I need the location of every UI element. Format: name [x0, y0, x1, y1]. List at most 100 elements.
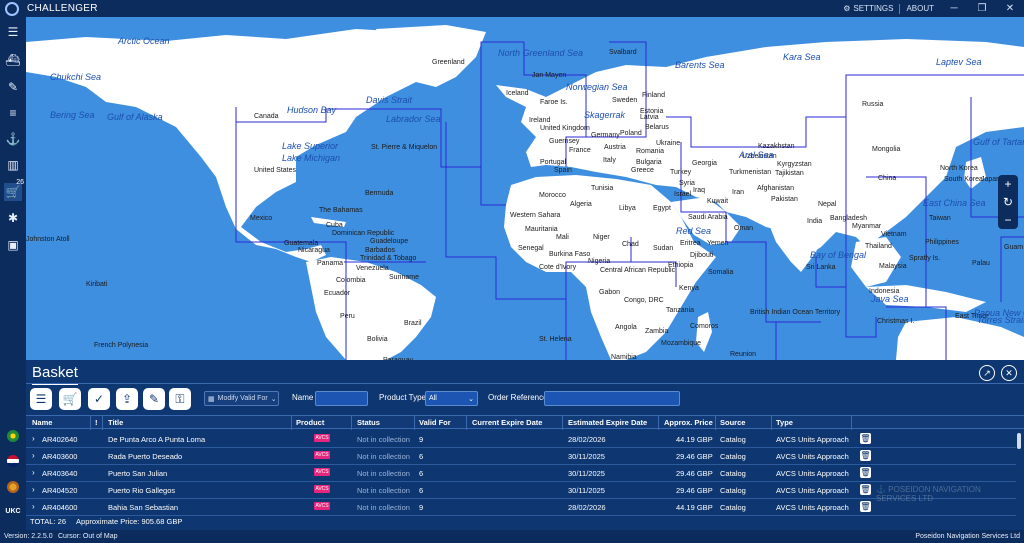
name-filter-input[interactable]	[315, 391, 368, 406]
chart-map[interactable]: Greenland Jan Mayen Svalbard Iceland Faroe I…	[26, 17, 1024, 360]
expand-chevron-icon[interactable]: ›	[32, 468, 35, 477]
delete-icon[interactable]: 🗑	[860, 450, 871, 461]
hamburger-menu-icon[interactable]: ☰	[4, 23, 22, 41]
chevron-down-icon: ⌄	[468, 395, 474, 403]
document-edit-icon[interactable]: ✎	[143, 388, 165, 410]
sea-label: Norwegian Sea	[566, 82, 628, 92]
sea-label: Lake Superior	[282, 141, 339, 151]
reset-view-icon[interactable]: ↻	[1003, 195, 1013, 209]
col-flag[interactable]: !	[95, 418, 98, 427]
expand-chevron-icon[interactable]: ›	[32, 434, 35, 443]
cell-status: Not in collection	[357, 435, 410, 444]
zoom-out-button[interactable]: −	[1004, 213, 1011, 227]
flag-icon[interactable]	[7, 455, 19, 467]
sea-label: Lake Michigan	[282, 153, 341, 163]
cell-source: Catalog	[720, 452, 746, 461]
col-source[interactable]: Source	[720, 418, 745, 427]
modify-valid-for-dropdown[interactable]: ▦ Modify Valid For ⌄	[204, 391, 279, 406]
col-valid-for[interactable]: Valid For	[419, 418, 451, 427]
country-label: Turkmenistan	[729, 169, 772, 176]
cell-name: AR403600	[42, 452, 78, 461]
scroll-thumb[interactable]	[1017, 433, 1021, 449]
country-label: Venezuela	[356, 265, 389, 272]
col-type[interactable]: Type	[776, 418, 793, 427]
feedback-icon[interactable]: ▣	[4, 236, 22, 254]
product-type-select[interactable]: All ⌄	[425, 391, 478, 406]
flag-icon[interactable]	[7, 430, 19, 442]
country-label: Sweden	[612, 97, 638, 104]
cell-valid-for[interactable]: 9	[419, 503, 423, 512]
checklist-icon[interactable]: ☰	[30, 388, 52, 410]
col-status[interactable]: Status	[357, 418, 380, 427]
divider	[291, 416, 292, 430]
sea-label: Arctic Ocean	[118, 36, 170, 46]
sea-label: Bering Sea	[50, 110, 95, 120]
cell-valid-for[interactable]: 6	[419, 469, 423, 478]
pencil-icon[interactable]: ✎	[4, 78, 22, 96]
ukc-button[interactable]: UKC	[3, 508, 23, 515]
col-current-expire[interactable]: Current Expire Date	[472, 418, 542, 427]
expand-chevron-icon[interactable]: ›	[32, 451, 35, 460]
col-estimated-expire[interactable]: Estimated Expire Date	[568, 418, 647, 427]
col-product[interactable]: Product	[296, 418, 324, 427]
cell-valid-for[interactable]: 6	[419, 486, 423, 495]
table-row[interactable]: › AR402640 De Punta Arco A Punta Loma AVCS N…	[26, 431, 1016, 448]
about-link[interactable]: ABOUT	[906, 4, 934, 13]
license-key-icon[interactable]: ⚿	[169, 388, 191, 410]
expand-chevron-icon[interactable]: ›	[32, 485, 35, 494]
product-badge: AVCS	[314, 468, 330, 476]
order-reference-input[interactable]	[544, 391, 680, 406]
cell-valid-for[interactable]: 9	[419, 435, 423, 444]
expand-chevron-icon[interactable]: ›	[32, 502, 35, 511]
minimize-button[interactable]: ─	[940, 3, 968, 14]
country-label: Jan Mayen	[532, 72, 567, 79]
delete-icon[interactable]: 🗑	[860, 433, 871, 444]
country-label: Nigeria	[588, 258, 611, 265]
flag-icon[interactable]	[7, 481, 19, 493]
export-icon[interactable]: ⇪	[116, 388, 138, 410]
anchor-icon[interactable]: ⚓	[4, 130, 22, 148]
table-row[interactable]: › AR404520 Puerto Rio Gallegos AVCS Not in c…	[26, 482, 1016, 499]
table-row[interactable]: › AR404600 Bahia San Sebastian AVCS Not in c…	[26, 499, 1016, 516]
divider	[658, 416, 659, 430]
calendar-icon: ▦	[208, 395, 215, 403]
product-badge: AVCS	[314, 485, 330, 493]
close-basket-button[interactable]: ✕	[1001, 365, 1017, 381]
maximize-button[interactable]: ❐	[968, 3, 996, 14]
ship-icon[interactable]: ⛴	[4, 51, 22, 69]
popout-button[interactable]: ↗	[979, 365, 995, 381]
col-title[interactable]: Title	[108, 418, 123, 427]
country-label: Cote d'Ivory	[539, 264, 577, 271]
cell-status: Not in collection	[357, 452, 410, 461]
sea-label: Papua New Guinea	[974, 308, 1024, 318]
add-to-cart-icon[interactable]: 🛒	[59, 388, 81, 410]
settings-link[interactable]: ⚙ SETTINGS	[843, 4, 893, 13]
country-label: Comoros	[690, 323, 719, 330]
sea-label: Java Sea	[871, 294, 909, 304]
name-filter-label: Name	[292, 393, 314, 402]
delete-icon[interactable]: 🗑	[860, 501, 871, 512]
zoom-in-button[interactable]: +	[1004, 177, 1011, 191]
cell-valid-for[interactable]: 6	[419, 452, 423, 461]
divider	[466, 416, 467, 430]
table-row[interactable]: › AR403600 Rada Puerto Deseado AVCS Not in c…	[26, 448, 1016, 465]
list-icon[interactable]: ≡	[4, 104, 22, 122]
col-approx-price[interactable]: Approx. Price	[664, 418, 713, 427]
chart-wheel-icon[interactable]: ✱	[4, 209, 22, 227]
col-name[interactable]: Name	[32, 418, 52, 427]
product-type-value: All	[429, 395, 437, 402]
country-label: Morocco	[539, 192, 566, 199]
basket-icon[interactable]: 🛒 26	[4, 179, 24, 201]
book-icon[interactable]: ▥	[4, 156, 22, 174]
delete-icon[interactable]: 🗑	[860, 467, 871, 478]
land-japan	[964, 157, 986, 189]
table-row[interactable]: › AR403640 Puerto San Julian AVCS Not in col…	[26, 465, 1016, 482]
country-label: Tunisia	[591, 185, 614, 192]
delete-icon[interactable]: 🗑	[860, 484, 871, 495]
table-header: Name ! Title Product Status Valid For Cu…	[26, 415, 1024, 430]
divider	[90, 416, 91, 430]
table-scrollbar[interactable]	[1016, 431, 1022, 517]
country-label: Spratly Is.	[909, 255, 941, 262]
close-window-button[interactable]: ✕	[996, 3, 1024, 14]
cart-check-icon[interactable]: ✓	[88, 388, 110, 410]
